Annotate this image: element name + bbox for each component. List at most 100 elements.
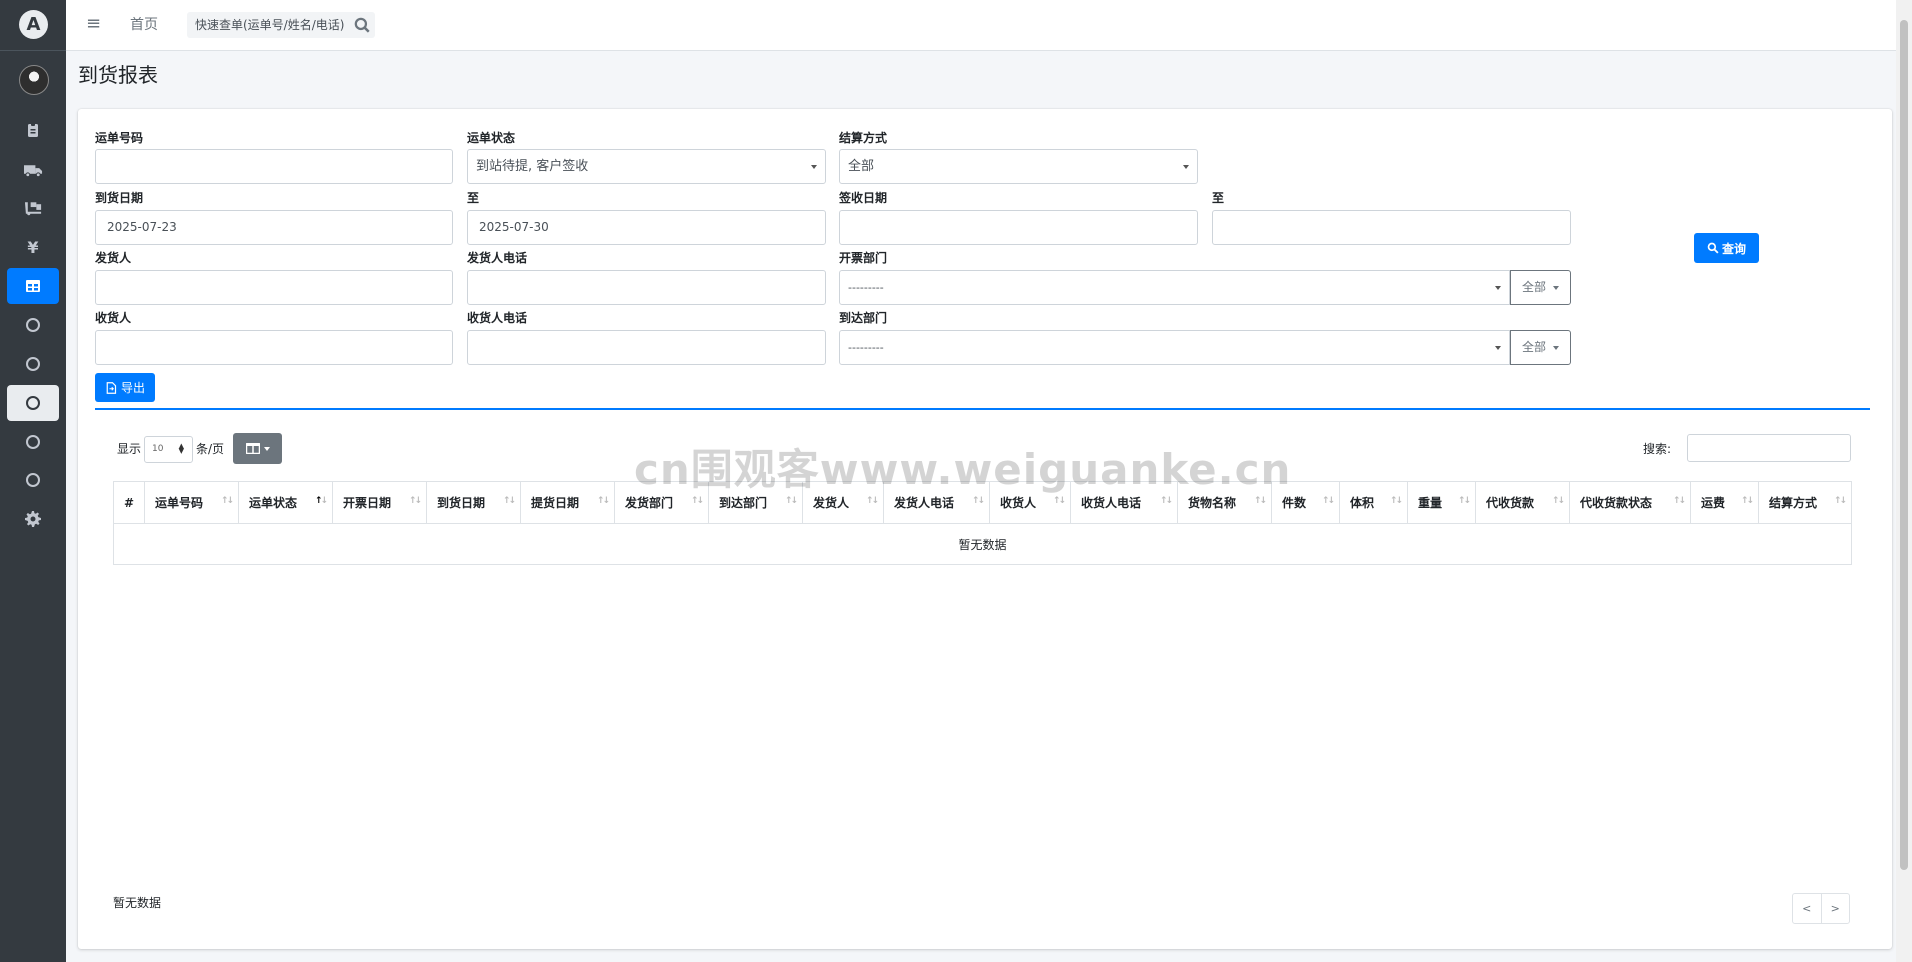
column-header-label: 重量 <box>1418 496 1443 510</box>
sort-icon: ↑↓ <box>220 496 234 506</box>
pager-next-button[interactable]: > <box>1820 894 1850 923</box>
arrival-dept-scope-label: 全部 <box>1522 340 1547 354</box>
column-header[interactable]: 运单状态 ↑↓ <box>238 481 333 524</box>
circle-icon <box>26 473 40 487</box>
sidebar-item-circle-4[interactable] <box>7 424 59 460</box>
sort-icon: ↑↓ <box>1457 496 1471 506</box>
column-header-label: 发货部门 <box>625 496 674 510</box>
column-header[interactable]: 重量 ↑↓ <box>1407 481 1476 524</box>
waybill-no-input[interactable] <box>95 149 453 184</box>
page-title: 到货报表 <box>78 63 158 87</box>
sidebar-item-settings[interactable] <box>7 501 59 537</box>
arrival-dept-select[interactable]: --------- <box>839 330 1510 365</box>
column-header[interactable]: 到货日期 ↑↓ <box>426 481 521 524</box>
column-header[interactable]: 发货人电话 ↑↓ <box>883 481 990 524</box>
column-header[interactable]: 收货人电话 ↑↓ <box>1070 481 1178 524</box>
nav-home-link[interactable]: 首页 <box>130 14 158 34</box>
table-row: 暂无数据 <box>113 523 1852 565</box>
quick-search-input[interactable] <box>187 12 349 38</box>
search-icon <box>1707 242 1719 254</box>
column-header-label: 提货日期 <box>531 496 580 510</box>
table-search-input[interactable] <box>1687 434 1851 462</box>
column-header[interactable]: 收货人 ↑↓ <box>989 481 1071 524</box>
sort-icon: ↑↓ <box>1321 496 1335 506</box>
column-header[interactable]: 到达部门 ↑↓ <box>708 481 803 524</box>
dolly-icon <box>24 202 41 216</box>
arrival-date-to-input[interactable]: 2025-07-30 <box>467 210 826 245</box>
sidebar-item-finance[interactable]: ¥ <box>7 229 59 265</box>
sidebar-item-clipboard[interactable] <box>7 112 59 148</box>
sidebar-item-dolly[interactable] <box>7 190 59 226</box>
waybill-status-value: 到站待提, 客户签收 <box>476 159 589 174</box>
column-header[interactable]: 运费 ↑↓ <box>1690 481 1759 524</box>
waybill-status-select[interactable]: 到站待提, 客户签收 <box>467 149 826 184</box>
chevron-down-icon <box>263 446 270 451</box>
waybill-status-label: 运单状态 <box>467 131 516 145</box>
sort-icon: ↑↓ <box>314 496 328 506</box>
column-header-label: # <box>124 495 135 510</box>
arrival-date-from-input[interactable]: 2025-07-23 <box>95 210 453 245</box>
export-button[interactable]: 导出 <box>95 373 155 402</box>
user-avatar[interactable] <box>19 65 49 95</box>
column-header: # <box>113 481 145 524</box>
column-header-label: 运费 <box>1701 496 1726 510</box>
table-icon <box>26 280 40 292</box>
circle-icon <box>26 435 40 449</box>
column-header-label: 运单号码 <box>155 496 204 510</box>
column-header-label: 件数 <box>1282 496 1307 510</box>
sort-icon: ↑↓ <box>1159 496 1173 506</box>
sign-date-to-label: 至 <box>1212 191 1225 205</box>
consignee-label: 收货人 <box>95 311 132 325</box>
issue-dept-select[interactable]: --------- <box>839 270 1510 305</box>
column-header[interactable]: 代收货款 ↑↓ <box>1475 481 1570 524</box>
gear-icon <box>25 511 41 527</box>
sidebar-item-circle-1[interactable] <box>7 307 59 343</box>
column-visibility-button[interactable] <box>233 433 282 464</box>
column-header[interactable]: 提货日期 ↑↓ <box>520 481 615 524</box>
quick-search <box>187 12 375 38</box>
issue-dept-scope-button[interactable]: 全部 <box>1510 270 1571 305</box>
sidebar-item-circle-2[interactable] <box>7 346 59 382</box>
shipper-input[interactable] <box>95 270 453 305</box>
column-header[interactable]: 发货部门 ↑↓ <box>614 481 709 524</box>
column-header[interactable]: 件数 ↑↓ <box>1271 481 1340 524</box>
shipper-phone-input[interactable] <box>467 270 826 305</box>
sidebar-item-circle-3[interactable] <box>7 385 59 421</box>
page-length-select[interactable]: 10 ▲ ▼ <box>144 436 193 463</box>
column-header[interactable]: 体积 ↑↓ <box>1339 481 1408 524</box>
sort-icon: ↑↓ <box>596 496 610 506</box>
column-header[interactable]: 货物名称 ↑↓ <box>1177 481 1272 524</box>
column-header[interactable]: 运单号码 ↑↓ <box>144 481 239 524</box>
column-header-label: 结算方式 <box>1769 496 1818 510</box>
page-scrollbar[interactable] <box>1896 0 1912 962</box>
query-button[interactable]: 查询 <box>1694 233 1759 263</box>
issue-dept-value: --------- <box>848 281 884 294</box>
settlement-select[interactable]: 全部 <box>839 149 1198 184</box>
top-navbar: ≡ 首页 <box>66 0 1896 51</box>
sidebar: A ¥ <box>0 0 66 962</box>
brand-logo[interactable]: A <box>19 10 48 39</box>
file-export-icon <box>106 381 117 394</box>
sidebar-item-truck[interactable] <box>7 152 59 188</box>
chevron-down-icon <box>1553 346 1559 350</box>
column-header[interactable]: 开票日期 ↑↓ <box>332 481 427 524</box>
table-header-row: # 运单号码 ↑↓ 运单状态 ↑↓ 开票日期 ↑↓ 到货日期 ↑↓ 提货日期 ↑↓ 发货部门 ↑↓ 到达部… <box>113 481 1852 524</box>
pager-prev-button[interactable]: < <box>1793 894 1821 923</box>
column-header[interactable]: 发货人 ↑↓ <box>802 481 884 524</box>
column-header[interactable]: 代收货款状态 ↑↓ <box>1569 481 1691 524</box>
column-header[interactable]: 结算方式 ↑↓ <box>1758 481 1852 524</box>
sidebar-item-reports[interactable] <box>7 268 59 304</box>
consignee-phone-input[interactable] <box>467 330 826 365</box>
scroll-thumb[interactable] <box>1900 20 1908 870</box>
sort-icon: ↑↓ <box>1672 496 1686 506</box>
sign-date-from-input[interactable] <box>839 210 1198 245</box>
sign-date-to-input[interactable] <box>1212 210 1571 245</box>
arrival-dept-scope-button[interactable]: 全部 <box>1510 330 1571 365</box>
search-icon[interactable] <box>353 16 371 34</box>
consignee-input[interactable] <box>95 330 453 365</box>
yen-icon: ¥ <box>27 237 39 257</box>
issue-dept-scope-label: 全部 <box>1522 280 1547 294</box>
menu-toggle-icon[interactable]: ≡ <box>86 14 106 34</box>
table-info: 暂无数据 <box>113 896 162 910</box>
sidebar-item-circle-5[interactable] <box>7 462 59 498</box>
